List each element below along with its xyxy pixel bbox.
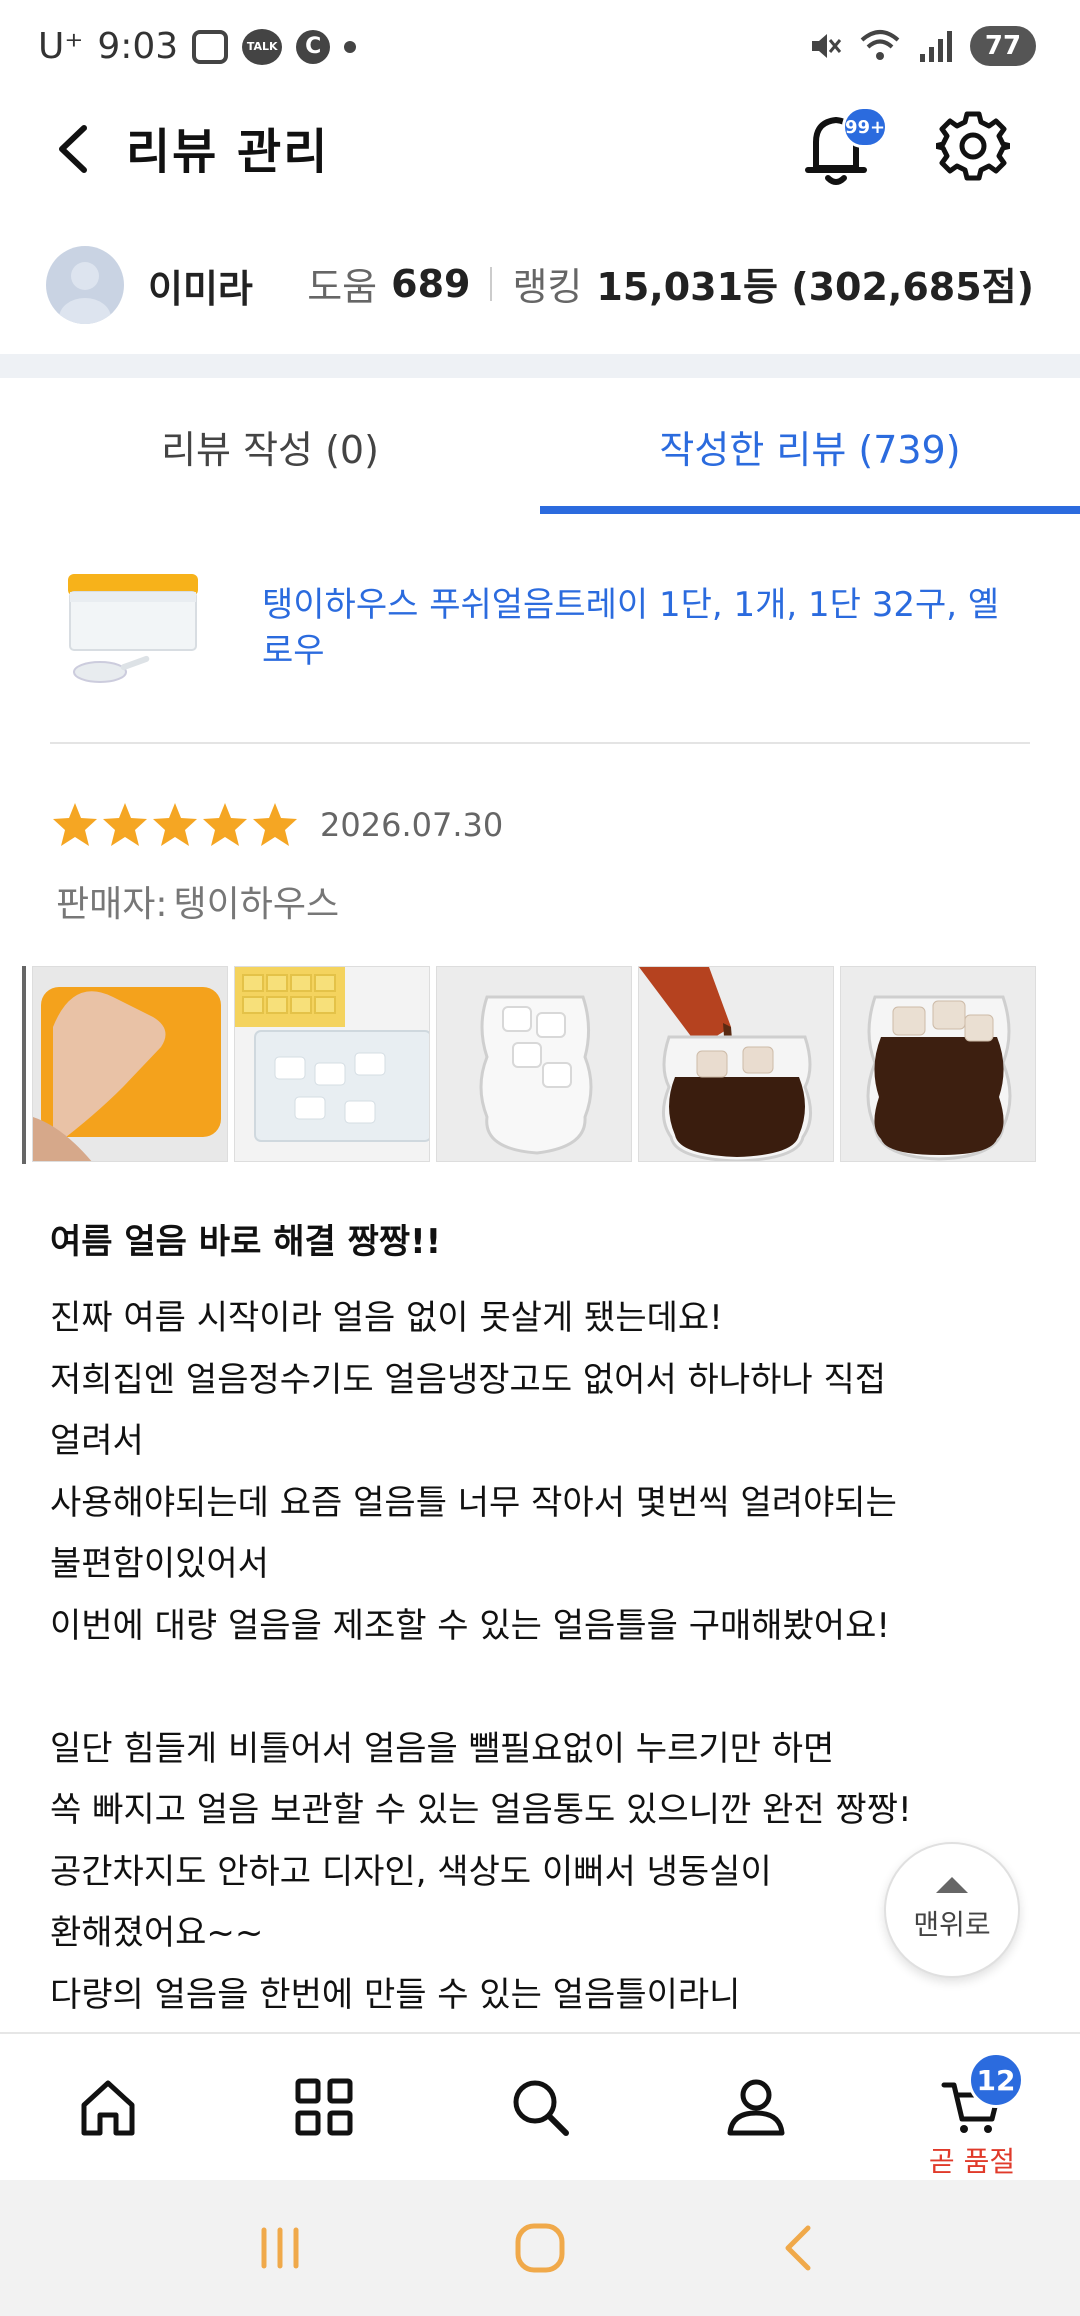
review-line: 이번에 대량 얼음을 제조할 수 있는 얼음틀을 구매해봤어요! — [50, 1605, 891, 1646]
profile-stats: 도움 689 랭킹 15,031등 (302,685점) — [307, 256, 1034, 311]
grid-icon — [295, 2078, 353, 2136]
arrow-up-icon — [936, 1877, 968, 1893]
tab-written-reviews[interactable]: 작성한 리뷰 (739) — [540, 378, 1080, 514]
help-label: 도움 — [307, 265, 378, 309]
cola-glass-image-icon — [841, 967, 1035, 1161]
review-photos — [22, 966, 1036, 1164]
avatar — [46, 246, 124, 324]
person-icon — [727, 2079, 785, 2136]
orange-tray-hand-image-icon — [33, 967, 227, 1161]
tab-write-review[interactable]: 리뷰 작성 (0) — [0, 378, 540, 514]
review-date: 2026.07.30 — [320, 806, 504, 844]
scroll-top-button[interactable]: 맨위로 — [884, 1842, 1020, 1978]
clock: 9:03 — [97, 26, 179, 67]
home-button-icon[interactable] — [510, 2218, 570, 2278]
scroll-top-label: 맨위로 — [913, 1908, 991, 1941]
nav-search[interactable] — [432, 2034, 648, 2180]
page-title: 리뷰 관리 — [126, 124, 330, 180]
yellow-tray-ice-image-icon — [235, 967, 429, 1161]
mute-icon — [812, 34, 842, 58]
product-row[interactable]: 탱이하우스 푸쉬얼음트레이 1단, 1개, 1단 32구, 옐로우 — [0, 552, 1080, 742]
kakaotalk-icon: TALK — [242, 28, 283, 65]
star-icon — [53, 803, 97, 846]
ranking-label: 랭킹 — [512, 265, 583, 309]
back-arrow-icon[interactable] — [770, 2218, 830, 2278]
star-icon — [253, 803, 297, 846]
nav-home[interactable] — [0, 2034, 216, 2180]
pouring-cola-image-icon — [639, 967, 833, 1161]
cart-count-badge: 12 — [968, 2052, 1024, 2108]
status-bar: U⁺ 9:03 TALK C 77 — [0, 0, 1080, 92]
review-line: 진짜 여름 시작이라 얼음 없이 못살게 됐는데요! — [50, 1298, 723, 1338]
product-name-link[interactable]: 탱이하우스 푸쉬얼음트레이 1단, 1개, 1단 32구, 옐로우 — [262, 582, 1002, 674]
battery-indicator: 77 — [970, 26, 1036, 66]
default-avatar-icon — [59, 262, 111, 324]
notification-dot-icon — [344, 40, 357, 53]
review-photo[interactable] — [32, 966, 228, 1162]
home-icon — [81, 2080, 135, 2136]
chevron-left-icon — [59, 125, 87, 173]
nav-cart[interactable]: 12 곧 품절 — [864, 2034, 1080, 2180]
gear-icon — [932, 111, 1014, 181]
settings-button[interactable] — [932, 106, 1014, 184]
review-line: 얼려서 — [50, 1421, 144, 1461]
seller-info: 판매자: 탱이하우스 — [50, 875, 339, 927]
star-icon — [103, 803, 147, 846]
review-photo[interactable] — [436, 966, 632, 1162]
nav-my-page[interactable] — [648, 2034, 864, 2180]
review-photo[interactable] — [234, 966, 430, 1162]
profile-name: 이미라 — [148, 267, 253, 311]
review-photo[interactable] — [840, 966, 1036, 1162]
review-line: 쏙 빠지고 얼음 보관할 수 있는 얼음통도 있으니깐 완전 짱짱! — [50, 1790, 912, 1830]
status-left: U⁺ 9:03 TALK C — [38, 26, 357, 67]
ice-tray-image-icon — [68, 574, 198, 683]
review-photo[interactable] — [638, 966, 834, 1162]
review-headline: 여름 얼음 바로 해결 짱짱!! — [50, 1222, 442, 1262]
review-line: 공간차지도 안하고 디자인, 색상도 이뻐서 냉동실이 — [50, 1851, 772, 1892]
review-line: 사용해야되는데 요즘 얼음틀 너무 작아서 몇번씩 얼려야되는 — [50, 1482, 897, 1523]
product-divider — [50, 742, 1030, 744]
review-tabs: 리뷰 작성 (0) 작성한 리뷰 (739) — [0, 378, 1080, 514]
glass-ice-image-icon — [437, 967, 631, 1161]
notification-badge: 99+ — [842, 106, 888, 148]
stat-divider — [490, 266, 493, 301]
recent-apps-icon[interactable] — [250, 2218, 310, 2278]
review-line-blank — [50, 1657, 1010, 1719]
star-icon — [203, 803, 247, 846]
wifi-icon — [860, 30, 900, 60]
c-app-icon: C — [296, 29, 331, 64]
back-button[interactable] — [40, 114, 110, 184]
status-right: 77 — [806, 26, 1036, 66]
ranking-value: 15,031등 (302,685점) — [596, 265, 1034, 309]
help-value: 689 — [391, 261, 471, 306]
signal-icon — [920, 31, 952, 62]
search-icon — [513, 2080, 569, 2136]
product-thumbnail — [60, 562, 210, 702]
section-divider — [0, 354, 1080, 378]
nav-categories[interactable] — [216, 2034, 432, 2180]
screenshot-icon — [192, 29, 229, 64]
review-line: 일단 힘들게 비틀어서 얼음을 뺄필요없이 누르기만 하면 — [50, 1728, 835, 1769]
profile-summary: 이미라 도움 689 랭킹 15,031등 (302,685점) — [0, 220, 1080, 350]
review-line: 환해졌어요~~ — [50, 1913, 264, 1953]
carrier-label: U⁺ — [38, 26, 84, 67]
cart-soldout-label: 곧 품절 — [928, 2145, 1016, 2178]
bottom-navigation: 12 곧 품절 — [0, 2032, 1080, 2180]
app-header: 리뷰 관리 99+ — [0, 92, 1080, 220]
review-line: 저희집엔 얼음정수기도 얼음냉장고도 없어서 하나하나 직접 — [50, 1359, 887, 1400]
review-body: 진짜 여름 시작이라 얼음 없이 못살게 됐는데요! 저희집엔 얼음정수기도 얼… — [50, 1288, 1010, 2026]
system-navigation-bar — [0, 2180, 1080, 2316]
notification-button[interactable]: 99+ — [800, 104, 888, 190]
star-icon — [153, 803, 197, 846]
photo-strip-edge — [22, 966, 26, 1164]
seller-label: 판매자: — [56, 884, 168, 925]
seller-name: 탱이하우스 — [173, 884, 340, 925]
review-line: 불편함이있어서 — [50, 1544, 269, 1584]
star-rating: 2026.07.30 — [50, 800, 503, 850]
review-line: 다량의 얼음을 한번에 만들 수 있는 얼음틀이라니 — [50, 1974, 741, 2015]
